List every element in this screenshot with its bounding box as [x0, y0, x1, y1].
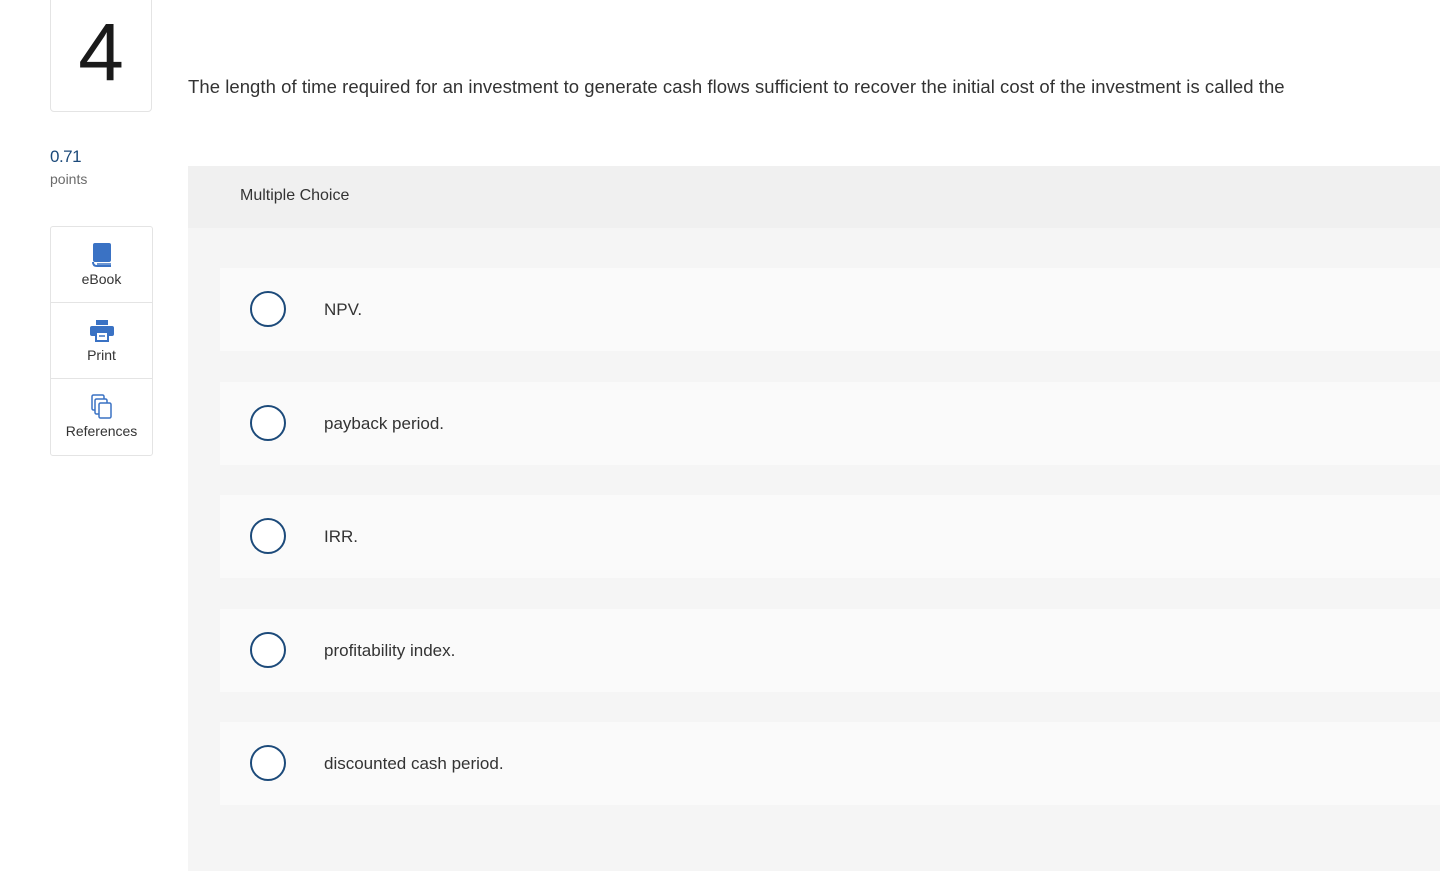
printer-icon	[89, 318, 115, 344]
option-label: NPV.	[324, 300, 363, 319]
answer-option-profitability-index[interactable]: profitability index.	[220, 609, 1440, 692]
answer-option-discounted-cash-period[interactable]: discounted cash period.	[220, 722, 1440, 805]
radio-button[interactable]	[250, 291, 286, 327]
option-label: payback period.	[324, 414, 445, 433]
radio-button[interactable]	[250, 405, 286, 441]
points-value: 0.71	[50, 147, 82, 166]
question-prompt: The length of time required for an inves…	[188, 76, 1285, 97]
points-label: points	[50, 171, 88, 187]
question-page: 4 0.71 points eBook Print References The…	[0, 0, 1440, 871]
question-number-box: 4	[50, 0, 152, 112]
print-button[interactable]: Print	[51, 303, 152, 379]
question-number: 4	[78, 7, 124, 98]
answer-option-payback-period[interactable]: payback period.	[220, 382, 1440, 465]
references-button[interactable]: References	[51, 379, 152, 455]
answer-option-irr[interactable]: IRR.	[220, 495, 1440, 578]
option-label: profitability index.	[324, 641, 456, 660]
option-label: IRR.	[324, 527, 358, 546]
radio-button[interactable]	[250, 518, 286, 554]
ebook-button[interactable]: eBook	[51, 227, 152, 303]
copy-icon	[89, 394, 115, 420]
radio-button[interactable]	[250, 745, 286, 781]
tools-panel: eBook Print References	[50, 226, 153, 456]
answer-option-npv[interactable]: NPV.	[220, 268, 1440, 351]
print-label: Print	[87, 347, 116, 363]
answer-options: NPV. payback period. IRR. profitability …	[188, 228, 1440, 871]
radio-button[interactable]	[250, 632, 286, 668]
ebook-label: eBook	[81, 271, 122, 287]
references-label: References	[65, 423, 138, 439]
multiple-choice-label: Multiple Choice	[240, 187, 350, 204]
multiple-choice-header: Multiple Choice	[188, 166, 1440, 228]
book-icon	[89, 242, 115, 268]
option-label: discounted cash period.	[324, 754, 504, 773]
